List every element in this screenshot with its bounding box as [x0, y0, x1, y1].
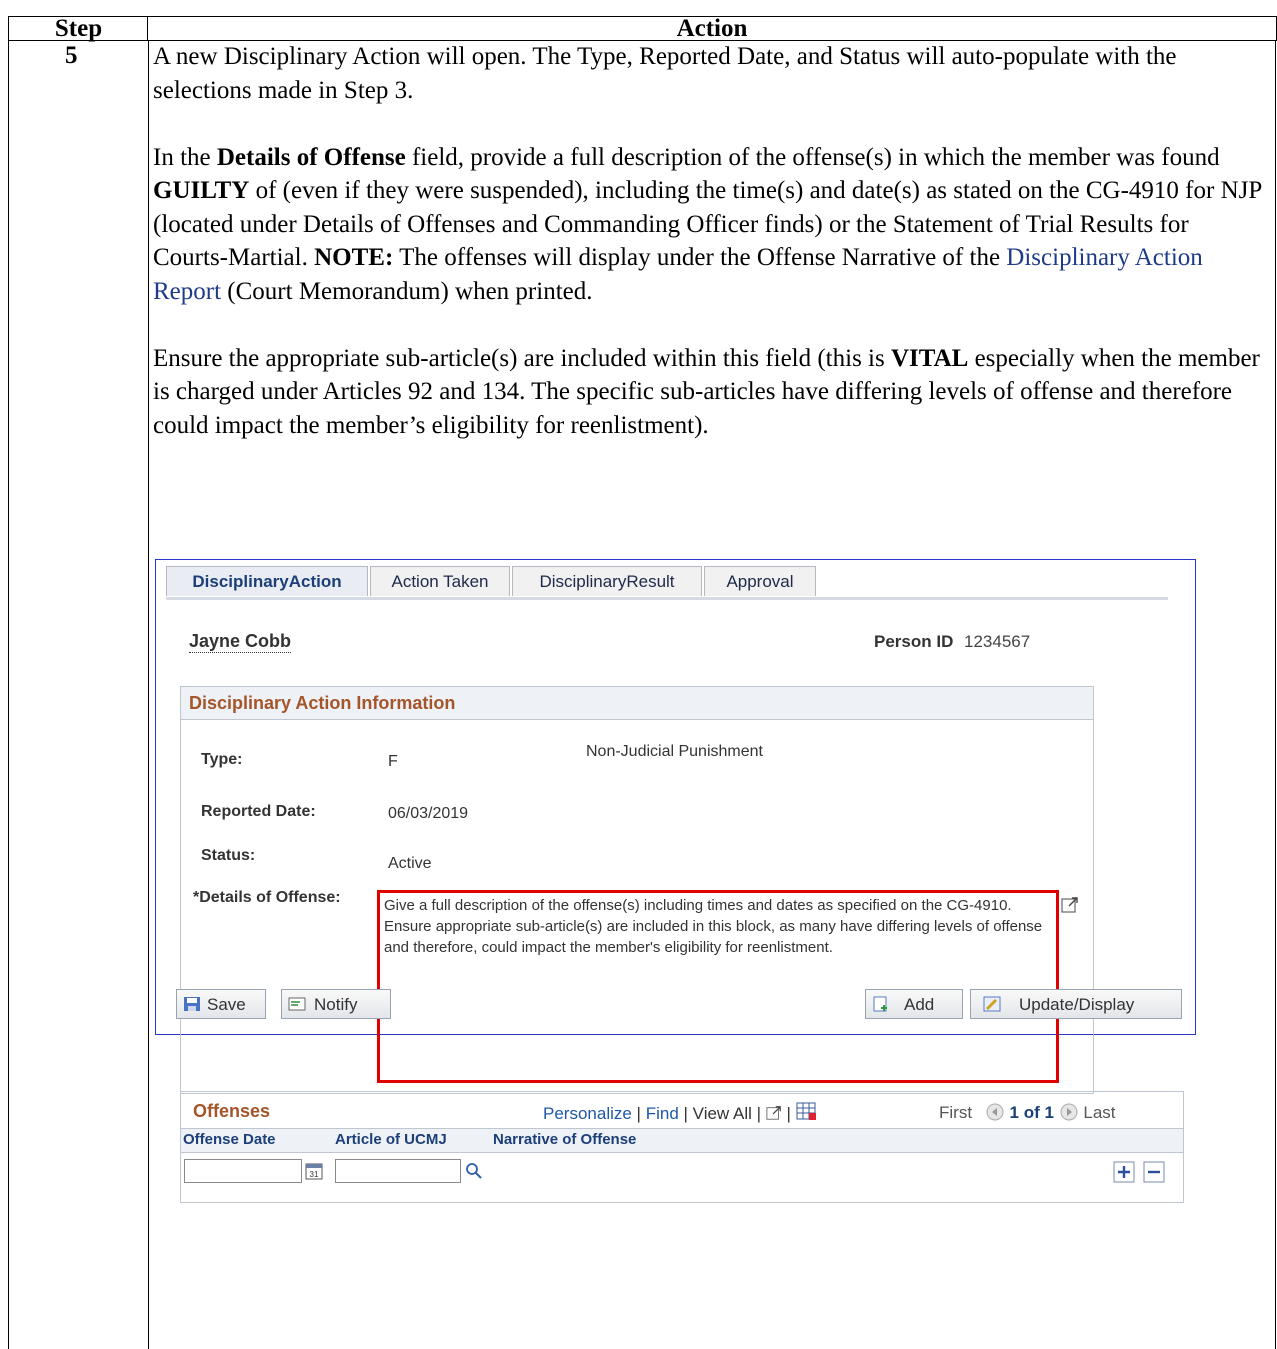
- bold-note: NOTE:: [314, 244, 394, 271]
- header-step: Step: [8, 16, 148, 41]
- article-of-ucmj-input[interactable]: [335, 1159, 461, 1183]
- text: Ensure the appropriate sub-article(s) ar…: [153, 344, 891, 372]
- step-number: 5: [65, 42, 78, 69]
- details-of-offense-label: *Details of Offense:: [193, 889, 341, 906]
- delete-row-icon[interactable]: [1143, 1161, 1165, 1183]
- personalize-link[interactable]: Personalize: [543, 1104, 632, 1123]
- update-icon: [983, 996, 1001, 1012]
- search-icon[interactable]: [465, 1162, 483, 1180]
- tab-approval[interactable]: Approval: [704, 566, 816, 596]
- add-row-icon[interactable]: [1113, 1161, 1135, 1183]
- text: In the: [153, 143, 217, 171]
- update-display-button[interactable]: Update/Display: [970, 989, 1182, 1019]
- zoom-icon[interactable]: [766, 1105, 782, 1121]
- reported-date-label: Reported Date:: [201, 803, 316, 820]
- next-icon[interactable]: [1059, 1102, 1079, 1122]
- first-link[interactable]: First: [939, 1103, 972, 1122]
- add-button-label: Add: [904, 995, 935, 1014]
- add-button[interactable]: Add: [865, 989, 963, 1019]
- previous-icon[interactable]: [985, 1102, 1005, 1122]
- expand-icon[interactable]: [1061, 896, 1079, 914]
- type-description: Non-Judicial Punishment: [586, 743, 763, 760]
- offenses-title: Offenses: [193, 1101, 271, 1121]
- grid-navigation: First 1 of 1 Last: [939, 1102, 1116, 1123]
- view-all-link[interactable]: View All: [693, 1104, 752, 1123]
- save-button-label: Save: [207, 995, 246, 1014]
- offense-date-input[interactable]: [184, 1159, 302, 1183]
- header-action: Action: [147, 16, 1277, 41]
- col-article-of-ucmj[interactable]: Article of UCMJ: [335, 1131, 447, 1148]
- calendar-icon[interactable]: 31: [305, 1162, 323, 1180]
- paragraph-details: In the Details of Offense field, provide…: [153, 141, 1268, 309]
- text: (Court Memorandum) when printed.: [221, 277, 593, 305]
- app-screenshot: DisciplinaryAction Action Taken Discipli…: [155, 559, 1196, 1203]
- find-link[interactable]: Find: [646, 1104, 679, 1123]
- step-cell: 5: [8, 40, 149, 1349]
- notify-icon: [288, 997, 306, 1011]
- person-id-value: 1234567: [964, 632, 1031, 651]
- last-link[interactable]: Last: [1083, 1103, 1115, 1122]
- col-offense-date[interactable]: Offense Date: [183, 1131, 276, 1148]
- download-grid-icon[interactable]: [796, 1102, 818, 1122]
- save-button[interactable]: Save: [176, 989, 266, 1019]
- bold-vital: VITAL: [890, 344, 969, 372]
- status-label: Status:: [201, 847, 256, 864]
- add-icon: [873, 996, 887, 1012]
- svg-text:31: 31: [310, 1170, 319, 1179]
- section-title: Disciplinary Action Information: [181, 687, 1093, 720]
- save-icon: [184, 997, 200, 1011]
- tab-disciplinary-action[interactable]: DisciplinaryAction: [166, 566, 368, 596]
- type-label: Type:: [201, 751, 243, 768]
- row-range: 1 of 1: [1009, 1103, 1054, 1122]
- type-code: F: [388, 753, 398, 770]
- bold-guilty: GUILTY: [153, 177, 250, 204]
- paragraph-intro: A new Disciplinary Action will open. The…: [153, 43, 1177, 104]
- tab-underline: [166, 597, 1168, 600]
- person-id-label: Person ID: [874, 632, 954, 651]
- action-text: A new Disciplinary Action will open. The…: [153, 40, 1268, 442]
- notify-button[interactable]: Notify: [281, 989, 391, 1019]
- tab-disciplinary-result[interactable]: DisciplinaryResult: [512, 566, 702, 596]
- status-value: Active: [388, 855, 432, 872]
- offenses-column-headers: Offense Date Article of UCMJ Narrative o…: [181, 1128, 1183, 1153]
- bold-details-of-offense: Details of Offense: [216, 143, 406, 171]
- col-narrative-of-offense[interactable]: Narrative of Offense: [493, 1131, 636, 1148]
- tab-action-taken[interactable]: Action Taken: [370, 566, 510, 596]
- details-of-offense-field[interactable]: Give a full description of the offense(s…: [377, 890, 1059, 1083]
- offenses-grid: Offenses Personalize | Find | View All |…: [180, 1091, 1184, 1203]
- notify-button-label: Notify: [314, 995, 358, 1014]
- person-name[interactable]: Jayne Cobb: [189, 631, 292, 653]
- text: field, provide a full description of the…: [405, 143, 1220, 171]
- grid-links: Personalize | Find | View All | |: [543, 1102, 818, 1124]
- text: The offenses will display under the Offe…: [393, 244, 1007, 271]
- offenses-header: Offenses Personalize | Find | View All |…: [181, 1092, 1183, 1128]
- update-display-button-label: Update/Display: [1019, 995, 1135, 1014]
- paragraph-subarticles: Ensure the appropriate sub-article(s) ar…: [153, 342, 1268, 443]
- reported-date-value: 06/03/2019: [388, 805, 469, 822]
